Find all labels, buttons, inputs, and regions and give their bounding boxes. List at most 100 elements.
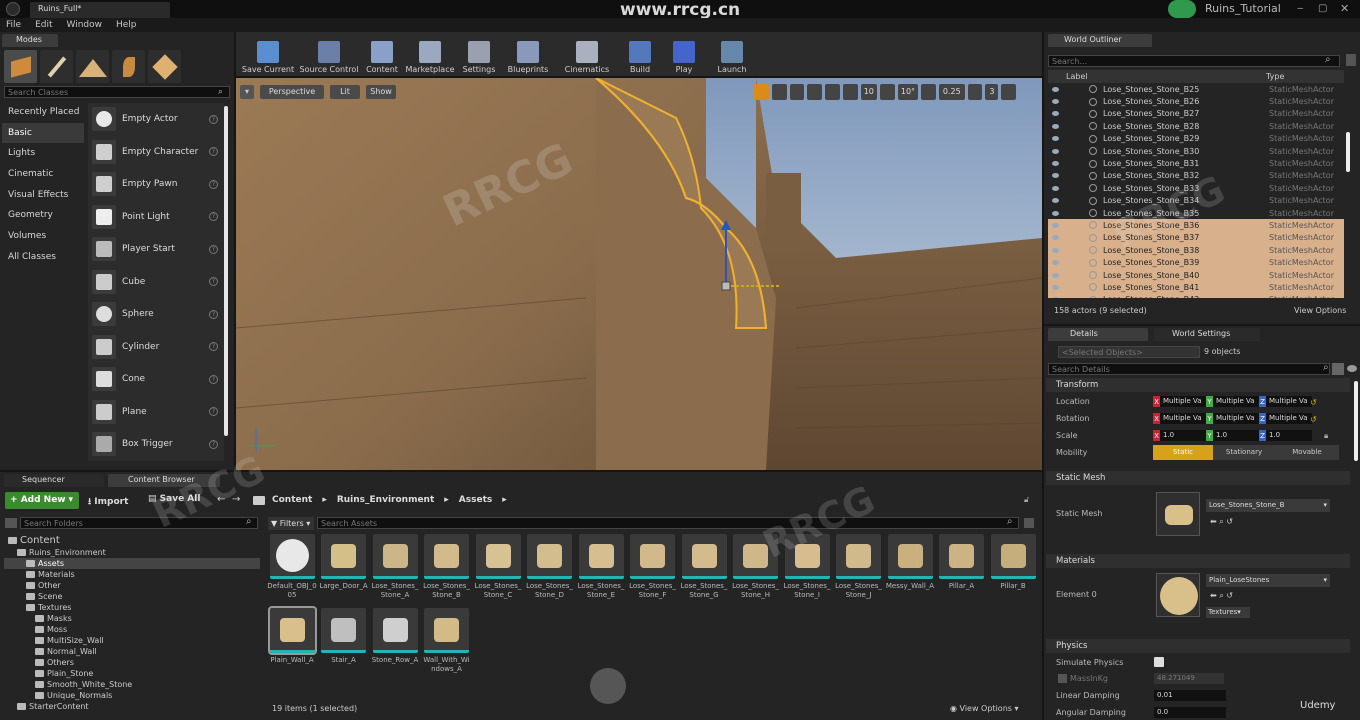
folder-item[interactable]: MultiSize_Wall: [4, 635, 260, 646]
outliner-row[interactable]: Lose_Stones_Stone_B37 StaticMeshActor: [1048, 231, 1344, 245]
eye-icon[interactable]: [1052, 136, 1059, 142]
outliner-settings-icon[interactable]: [1346, 54, 1356, 66]
outliner-view-options[interactable]: View Options: [1294, 306, 1346, 315]
asset-tile[interactable]: Lose_Stones_Stone_C: [473, 534, 523, 600]
scale-x[interactable]: 1.0: [1160, 430, 1206, 441]
help-icon[interactable]: ?: [209, 374, 218, 384]
folder-item[interactable]: StarterContent: [4, 701, 260, 712]
rotation-snap-value[interactable]: 10°: [897, 84, 919, 100]
modes-scrollbar[interactable]: [224, 106, 228, 436]
viewport-options-button[interactable]: ▾: [240, 85, 254, 99]
breadcrumb-assets[interactable]: Assets: [459, 495, 492, 505]
eye-icon[interactable]: [1052, 123, 1059, 129]
material-thumbnail[interactable]: [1156, 573, 1200, 617]
help-icon[interactable]: ?: [209, 212, 218, 222]
save-all-button[interactable]: ▤ Save All: [148, 494, 200, 504]
asset-tile[interactable]: Plain_Wall_A: [267, 606, 317, 665]
help-icon[interactable]: ?: [209, 114, 218, 124]
folder-item[interactable]: Textures: [4, 602, 260, 613]
outliner-row[interactable]: Lose_Stones_Stone_B34 StaticMeshActor: [1048, 195, 1344, 207]
world-local-icon[interactable]: [807, 84, 822, 100]
settings-button[interactable]: Settings: [458, 41, 500, 74]
folder-item[interactable]: Assets: [4, 558, 260, 569]
cinematics-button[interactable]: Cinematics: [556, 41, 618, 74]
scale-z[interactable]: 1.0: [1266, 430, 1312, 441]
asset-tile[interactable]: Lose_Stones_Stone_B: [422, 534, 472, 600]
asset-tile[interactable]: Lose_Stones_Stone_I: [782, 534, 832, 600]
grid-size[interactable]: 10: [860, 84, 878, 100]
folder-item[interactable]: Other: [4, 580, 260, 591]
source-control-button[interactable]: Source Control: [296, 41, 362, 74]
browse-mesh-icon[interactable]: ⬅ ⌕ ↺: [1210, 517, 1233, 527]
menu-file[interactable]: File: [6, 20, 21, 30]
import-button[interactable]: ⭳ Import: [88, 494, 128, 510]
placeable-empty-actor[interactable]: Empty Actor?: [88, 103, 224, 136]
eye-icon[interactable]: [1052, 260, 1059, 266]
rotate-icon[interactable]: [771, 84, 787, 100]
eye-icon[interactable]: [1052, 86, 1059, 92]
folder-item[interactable]: Others: [4, 657, 260, 668]
modes-tab[interactable]: Modes: [2, 34, 58, 47]
save-search-icon[interactable]: [1024, 518, 1034, 528]
transform-section[interactable]: Transform: [1046, 378, 1350, 392]
details-search-input[interactable]: Search Details: [1048, 363, 1330, 375]
rotation-y[interactable]: Multiple Va: [1213, 413, 1259, 424]
asset-tile[interactable]: Large_Door_A: [319, 534, 369, 591]
category-volumes[interactable]: Volumes: [2, 226, 84, 247]
help-icon[interactable]: ?: [209, 147, 218, 157]
category-all-classes[interactable]: All Classes: [2, 247, 84, 268]
asset-tile[interactable]: Lose_Stones_Stone_D: [525, 534, 575, 600]
location-x[interactable]: Multiple Va: [1160, 396, 1206, 407]
close-button[interactable]: ✕: [1340, 2, 1349, 15]
outliner-row[interactable]: Lose_Stones_Stone_B32 StaticMeshActor: [1048, 170, 1344, 182]
minimize-button[interactable]: ‒: [1297, 3, 1303, 14]
eye-icon[interactable]: [1052, 148, 1059, 154]
mobility-static[interactable]: Static: [1153, 445, 1213, 460]
foliage-mode-icon[interactable]: [112, 50, 145, 83]
asset-view-options[interactable]: ◉ View Options ▾: [950, 704, 1019, 713]
launch-button[interactable]: Launch: [706, 41, 758, 74]
placeable-plane[interactable]: Plane?: [88, 396, 224, 429]
scale-snap-value[interactable]: 0.25: [938, 84, 965, 100]
help-icon[interactable]: ?: [209, 277, 218, 287]
search-assets-input[interactable]: Search Assets: [317, 517, 1019, 529]
outliner-row[interactable]: Lose_Stones_Stone_B29 StaticMeshActor: [1048, 133, 1344, 145]
play-button[interactable]: Play: [662, 41, 706, 74]
place-mode-icon[interactable]: [4, 50, 37, 83]
asset-tile[interactable]: Lose_Stones_Stone_G: [679, 534, 729, 600]
folder-item[interactable]: Ruins_Environment: [4, 547, 260, 558]
outliner-row[interactable]: Lose_Stones_Stone_B35 StaticMeshActor: [1048, 207, 1344, 219]
angular-damping-value[interactable]: 0.0: [1154, 707, 1226, 718]
camera-speed-value[interactable]: 3: [985, 84, 999, 100]
help-icon[interactable]: ?: [209, 179, 218, 189]
linear-damping-value[interactable]: 0.01: [1154, 690, 1226, 701]
menu-help[interactable]: Help: [116, 20, 137, 30]
asset-tile[interactable]: Stone_Row_A: [370, 608, 420, 665]
eye-icon[interactable]: [1052, 235, 1059, 241]
help-icon[interactable]: ?: [209, 342, 218, 352]
browse-material-icon[interactable]: ⬅ ⌕ ↺: [1210, 591, 1233, 601]
eye-icon[interactable]: [1052, 173, 1059, 179]
eye-visibility-icon[interactable]: [1347, 365, 1357, 372]
landscape-mode-icon[interactable]: [76, 50, 109, 83]
folder-item[interactable]: Smooth_White_Stone: [4, 679, 260, 690]
category-lights[interactable]: Lights: [2, 143, 84, 164]
mobility-movable[interactable]: Movable: [1275, 445, 1339, 460]
viewport[interactable]: ▾ Perspective Lit Show 10 10° 0.25 3: [236, 78, 1042, 470]
scale-lock-icon[interactable]: 🔒︎: [1324, 431, 1328, 441]
outliner-row[interactable]: Lose_Stones_Stone_B42StaticMeshActor: [1048, 293, 1344, 298]
placeable-empty-character[interactable]: Empty Character?: [88, 136, 224, 169]
mass-checkbox[interactable]: [1058, 674, 1067, 683]
breadcrumb-content[interactable]: Content: [272, 495, 312, 505]
placeable-player-start[interactable]: Player Start?: [88, 233, 224, 266]
level-tab[interactable]: Ruins_Full*: [30, 2, 170, 18]
lock-icon[interactable]: 🔓︎: [1024, 495, 1029, 505]
eye-icon[interactable]: [1052, 297, 1059, 298]
outliner-search-input[interactable]: Search...: [1048, 55, 1340, 67]
static-mesh-section[interactable]: Static Mesh: [1046, 471, 1350, 485]
col-label-header[interactable]: Label: [1066, 72, 1088, 81]
save-current-button[interactable]: Save Current: [240, 41, 296, 74]
outliner-row[interactable]: Lose_Stones_Stone_B28 StaticMeshActor: [1048, 120, 1344, 132]
rotation-snap-icon[interactable]: [880, 84, 895, 100]
eye-icon[interactable]: [1052, 284, 1059, 290]
